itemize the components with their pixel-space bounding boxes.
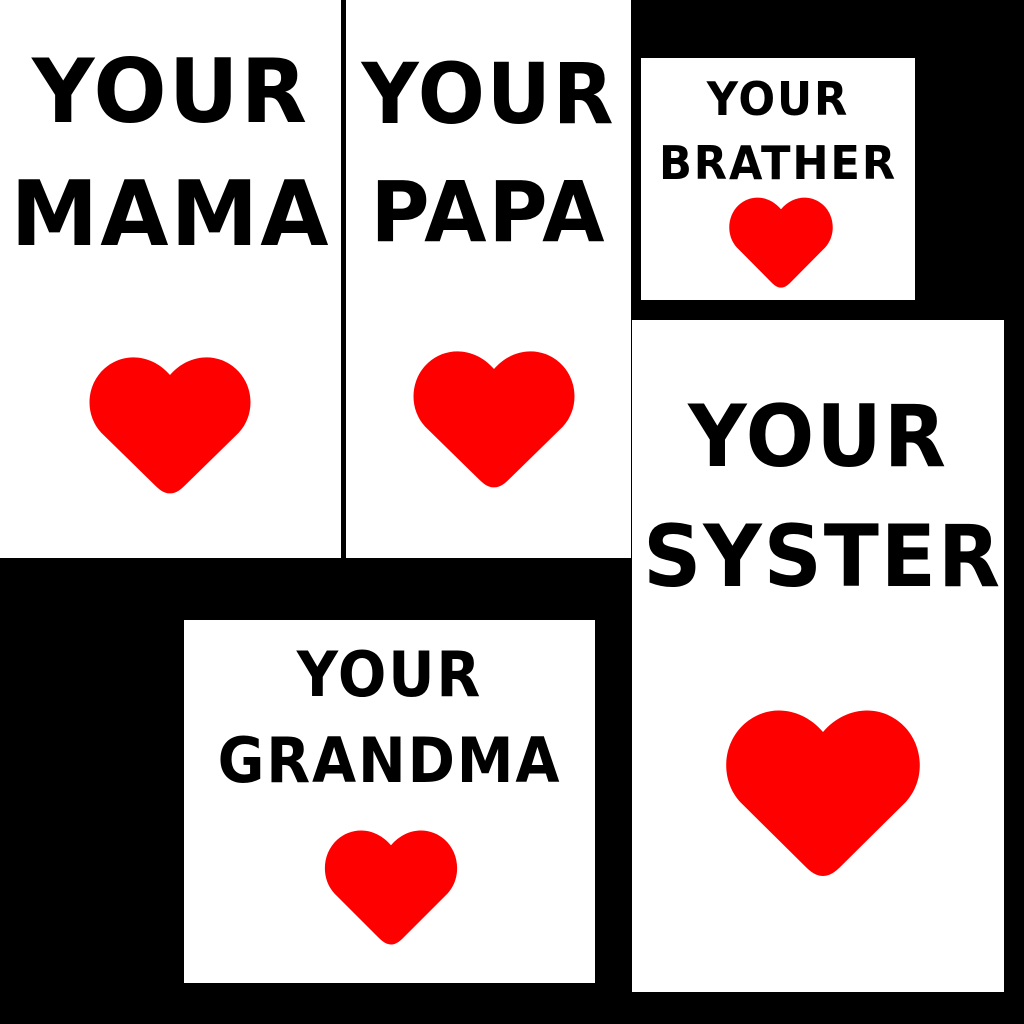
card-line-relation: SYSTER: [643, 507, 1003, 607]
card-line-your: YOUR: [706, 72, 850, 126]
card-your-grandma: YOUR GRANDMA: [184, 620, 595, 983]
collage-canvas: YOUR MAMA YOUR PAPA YOUR BRATHER YOUR SY…: [0, 0, 1024, 1024]
card-your-papa: YOUR PAPA: [346, 0, 631, 558]
card-line-your: YOUR: [361, 45, 616, 143]
card-line-relation: MAMA: [10, 162, 331, 267]
heart-icon: [86, 352, 254, 500]
heart-icon: [722, 704, 924, 884]
card-line-relation: GRANDMA: [217, 724, 562, 797]
card-line-your: YOUR: [32, 40, 309, 143]
heart-icon: [322, 826, 460, 950]
heart-icon: [727, 194, 835, 292]
card-line-your: YOUR: [296, 638, 483, 711]
card-your-syster: YOUR SYSTER: [632, 320, 1004, 992]
card-line-your: YOUR: [688, 387, 948, 487]
heart-icon: [410, 346, 578, 494]
card-line-relation: BRATHER: [658, 136, 898, 190]
card-line-relation: PAPA: [370, 163, 607, 261]
card-your-brather: YOUR BRATHER: [641, 58, 915, 300]
card-your-mama: YOUR MAMA: [0, 0, 341, 558]
